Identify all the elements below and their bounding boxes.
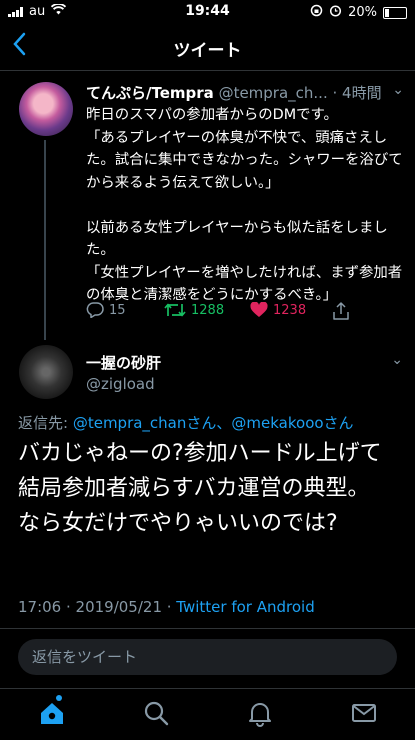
tab-messages[interactable]	[350, 699, 380, 729]
tab-notifications[interactable]	[246, 699, 276, 729]
notifications-icon	[249, 703, 271, 727]
like-button[interactable]: 1238	[250, 302, 306, 318]
tab-home[interactable]	[38, 699, 68, 729]
chevron-down-icon[interactable]: ⌄	[392, 82, 404, 98]
mention-link[interactable]: @mekakooo	[231, 414, 323, 432]
divider	[0, 628, 415, 629]
reply-input[interactable]: 返信をツイート	[18, 639, 397, 675]
reply-count: 15	[109, 302, 126, 318]
tweet-header: てんぷら/Tempra @tempra_ch... · 4時間 ⌄	[86, 82, 404, 104]
mention-suffix: さん、	[186, 414, 232, 432]
retweet-count: 1288	[191, 302, 225, 318]
status-right: 20%	[310, 4, 407, 21]
tweet-time: · 4時間	[332, 84, 382, 102]
avatar[interactable]	[19, 345, 73, 399]
alarm-icon	[329, 4, 342, 21]
battery-percent: 20%	[348, 5, 377, 20]
client-link[interactable]: Twitter for Android	[176, 598, 314, 616]
home-icon	[41, 703, 63, 724]
heart-icon	[250, 302, 268, 317]
avatar[interactable]	[19, 82, 73, 136]
chevron-down-icon[interactable]: ⌄	[391, 352, 403, 368]
reply-icon	[86, 302, 104, 318]
tab-search[interactable]	[142, 699, 172, 729]
reply-prefix: 返信先:	[18, 414, 73, 432]
author-handle[interactable]: @zigload	[86, 375, 155, 393]
reply-context: 返信先: @tempra_chanさん、@mekakoooさん	[18, 412, 354, 433]
tweet-actions: 15 1288 1238	[86, 302, 386, 324]
thread-line	[44, 140, 46, 340]
tweet-timestamp: 17:06 · 2019/05/21 ·	[18, 598, 177, 616]
battery-icon	[383, 6, 407, 19]
share-icon	[333, 302, 349, 320]
author-name[interactable]: てんぷら/Tempra	[86, 84, 214, 102]
like-count: 1238	[273, 302, 307, 318]
search-icon	[144, 701, 169, 726]
reply-button[interactable]: 15	[86, 302, 126, 318]
tab-bar	[0, 688, 415, 740]
mention-link[interactable]: @tempra_chan	[73, 414, 187, 432]
author-name[interactable]: 一握の砂肝	[86, 352, 161, 373]
author-handle[interactable]: @tempra_ch...	[219, 84, 328, 102]
share-button[interactable]	[332, 302, 350, 320]
tweet-text: 昨日のスマパの参加者からのDMです。 「あるプレイヤーの体臭が不快で、頭痛さえし…	[86, 107, 403, 303]
retweet-icon	[164, 303, 186, 317]
retweet-button[interactable]: 1288	[164, 302, 224, 318]
tweet-text: バカじゃねーの?参加ハードル上げて結局参加者減らすバカ運営の典型。 なら女だけで…	[18, 441, 382, 536]
mention-suffix: さん	[323, 414, 354, 432]
page-title: ツイート	[173, 41, 242, 61]
status-bar: au 19:44 20%	[0, 0, 415, 24]
nav-bar: ツイート	[0, 24, 415, 71]
messages-icon	[352, 704, 376, 722]
rotation-lock-icon	[310, 4, 323, 21]
tweet-meta: 17:06 · 2019/05/21 · Twitter for Android	[18, 598, 315, 616]
